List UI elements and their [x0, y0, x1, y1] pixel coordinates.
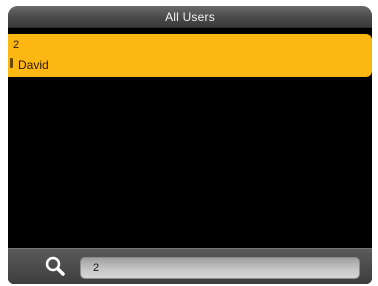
- magnifier-icon[interactable]: [44, 255, 66, 277]
- title-bar: All Users: [8, 6, 372, 28]
- list-item[interactable]: 2 David: [8, 34, 372, 77]
- search-input[interactable]: 2: [80, 257, 360, 279]
- screen: All Users 2 David 2: [8, 6, 372, 284]
- user-id: 2: [13, 39, 20, 51]
- page-title: All Users: [165, 10, 215, 24]
- device-frame: All Users 2 David 2: [0, 0, 378, 286]
- search-bar: 2: [8, 248, 372, 284]
- user-name: David: [18, 58, 49, 72]
- user-list: 2 David: [8, 28, 372, 248]
- selection-marker: [10, 58, 13, 68]
